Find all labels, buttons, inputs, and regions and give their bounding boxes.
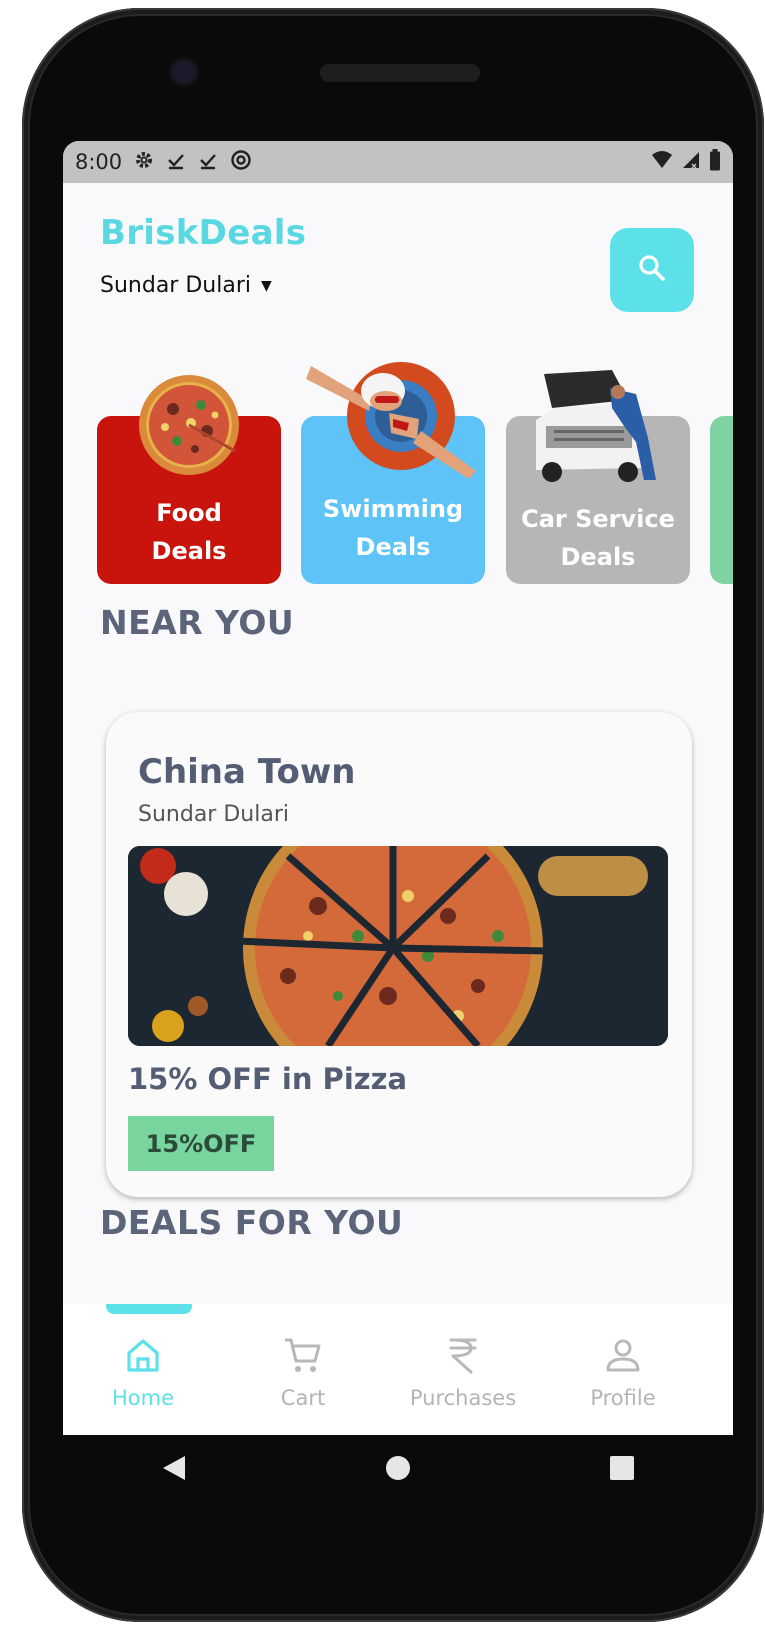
swimmer-image [306,362,476,479]
discount-badge: 15%OFF [128,1116,274,1171]
rupee-icon [398,1332,528,1378]
category-label: Food Deals [151,499,227,565]
section-title-deals-for-you: DEALS FOR YOU [100,1203,404,1242]
category-swimming-deals[interactable]: Swimming Deals [301,362,485,584]
home-icon [78,1332,208,1378]
search-icon [637,253,667,287]
category-car-service-deals[interactable]: Car Service Deals [506,370,690,584]
bottom-navigation: Home Cart Purchases Profile [63,1304,733,1435]
nav-label: Home [111,1386,174,1410]
android-navigation-bar [63,1435,733,1505]
category-label: Car Service Deals [521,505,675,571]
nav-label: Profile [590,1386,656,1410]
nav-label: Cart [280,1386,326,1410]
deal-card-subtitle: Sundar Dulari [138,802,289,827]
status-time: 8:00 [75,150,123,174]
app-screen: 8:00 BriskDeals Sundar Dulari ▼ Food Dea… [63,141,733,1435]
active-tab-indicator [106,1304,192,1314]
nav-item-home[interactable]: Home [78,1332,208,1410]
gear-icon [134,150,154,175]
battery-icon [709,148,721,176]
search-button[interactable] [610,228,694,312]
location-selector[interactable]: Sundar Dulari ▼ [100,273,272,298]
nav-item-cart[interactable]: Cart [238,1332,368,1410]
back-icon[interactable] [161,1454,187,1486]
profile-icon [558,1332,688,1378]
brand-title: BriskDeals [100,213,307,253]
home-circle-icon[interactable] [384,1454,412,1486]
earpiece-speaker [320,64,480,82]
at-sign-icon [230,149,252,176]
download-check-icon [198,150,218,175]
car-repair-image [536,370,656,482]
nav-label: Purchases [409,1386,517,1410]
location-label: Sundar Dulari [100,273,251,298]
section-title-near-you: NEAR YOU [100,603,295,642]
deal-card-offer-text: 15% OFF in Pizza [128,1062,408,1096]
nav-item-purchases[interactable]: Purchases [398,1332,528,1410]
recents-icon[interactable] [609,1455,635,1485]
category-next-partial[interactable] [710,416,733,584]
download-check-icon [166,150,186,175]
wifi-icon [651,150,673,175]
front-camera [172,60,196,84]
category-food-deals[interactable]: Food Deals [97,375,281,584]
signal-icon [681,150,701,175]
pizza-image [139,375,239,475]
deal-card[interactable]: China Town Sundar Dulari 15% OFF in Pizz… [106,712,692,1197]
nav-item-profile[interactable]: Profile [558,1332,688,1410]
cart-icon [238,1332,368,1378]
status-bar: 8:00 [63,141,733,183]
deal-card-image [128,846,668,1046]
caret-down-icon: ▼ [260,277,272,294]
category-label: Swimming Deals [322,495,464,561]
deal-card-title: China Town [138,752,356,792]
